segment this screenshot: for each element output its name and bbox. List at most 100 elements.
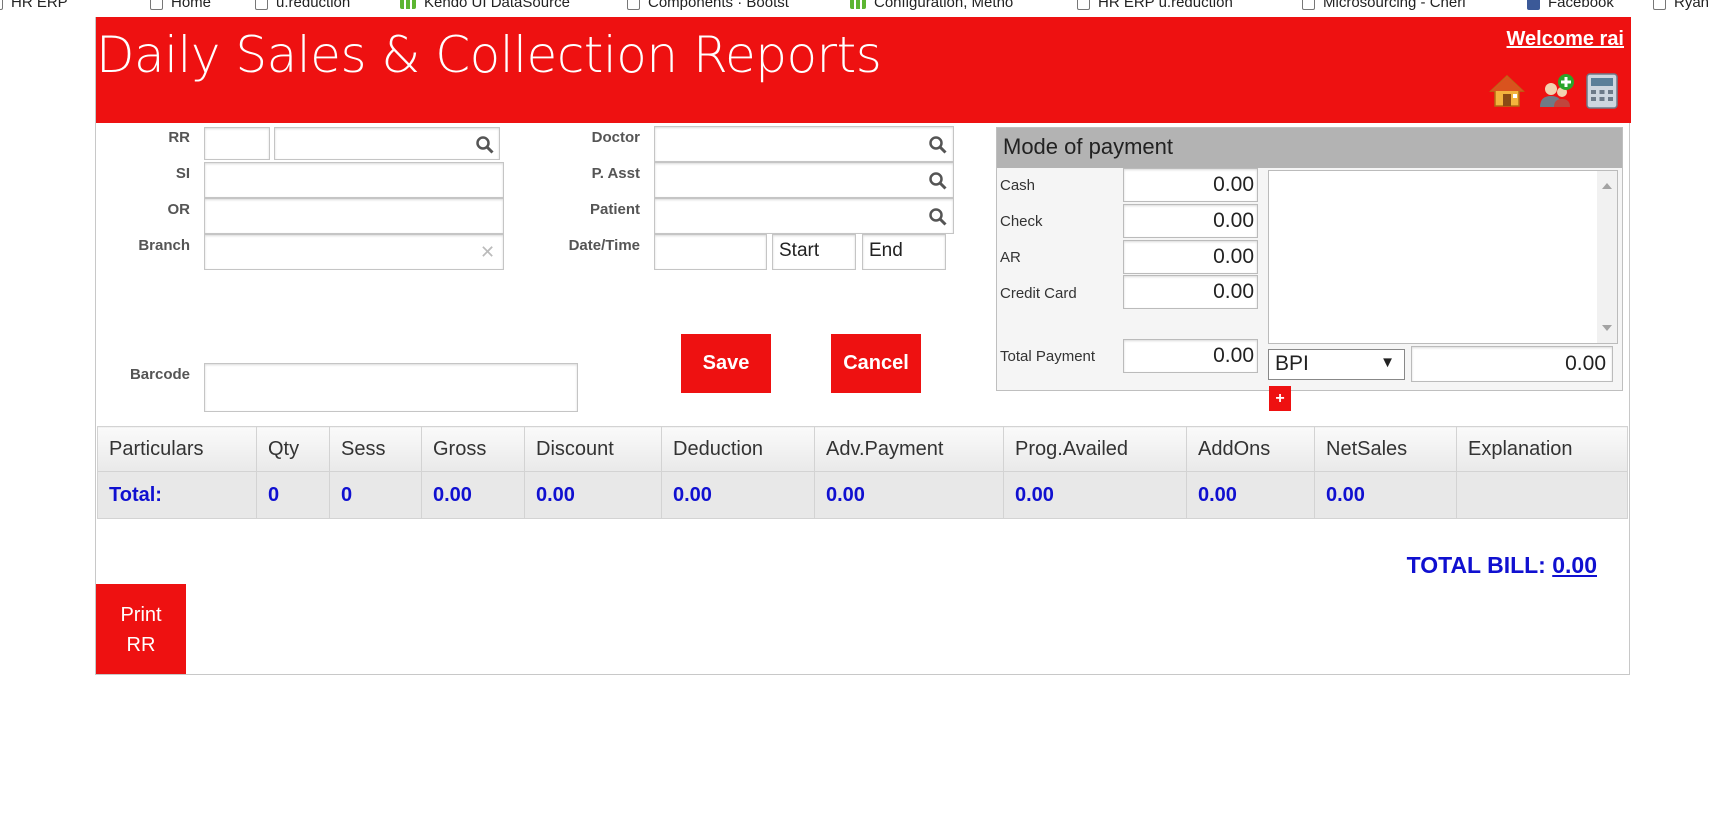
bank-select-value: BPI xyxy=(1275,352,1309,375)
page-icon xyxy=(0,0,3,10)
column-header[interactable]: Sess xyxy=(329,426,422,472)
total-payment-input[interactable]: 0.00 xyxy=(1123,339,1258,373)
table-cell: 0.00 xyxy=(1003,471,1187,519)
column-header[interactable]: Discount xyxy=(524,426,662,472)
branch-label: Branch xyxy=(138,237,190,254)
check-input[interactable]: 0.00 xyxy=(1123,204,1258,238)
payment-list[interactable] xyxy=(1268,170,1618,344)
bookmark-item[interactable]: Components · Bootst xyxy=(627,0,789,13)
table-cell: 0.00 xyxy=(1314,471,1457,519)
print-rr-label-line1: Print xyxy=(120,604,162,626)
bookmark-item[interactable]: Ryan xyxy=(1653,0,1709,13)
credit-card-label: Credit Card xyxy=(1000,285,1077,302)
datetime-label: Date/Time xyxy=(568,237,640,254)
table-cell: 0.00 xyxy=(421,471,525,519)
start-time-input[interactable]: Start xyxy=(772,234,856,270)
column-header[interactable]: AddOns xyxy=(1186,426,1315,472)
date-input[interactable] xyxy=(654,234,767,270)
column-header[interactable]: Explanation xyxy=(1456,426,1628,472)
home-icon[interactable] xyxy=(1489,73,1525,109)
column-header[interactable]: NetSales xyxy=(1314,426,1457,472)
print-rr-button[interactable]: Print RR xyxy=(96,584,186,674)
patient-input[interactable] xyxy=(654,198,954,234)
column-header[interactable]: Deduction xyxy=(661,426,815,472)
kendo-icon xyxy=(850,0,866,9)
si-label: SI xyxy=(175,165,190,182)
mode-of-payment-panel: Mode of payment Cash 0.00 Check 0.00 AR … xyxy=(996,127,1623,391)
print-rr-label-line2: RR xyxy=(126,634,156,656)
add-user-icon[interactable] xyxy=(1537,73,1575,109)
welcome-link[interactable]: Welcome rai xyxy=(1507,28,1624,51)
passt-label: P. Asst xyxy=(591,165,640,182)
clear-icon[interactable]: ✕ xyxy=(480,242,495,263)
page-icon xyxy=(1077,0,1090,10)
bookmark-item[interactable]: u.reduction xyxy=(255,0,350,13)
bookmark-item[interactable]: Configuration, Metho xyxy=(850,0,1013,13)
calculator-icon[interactable] xyxy=(1586,73,1618,109)
cancel-button[interactable]: Cancel xyxy=(831,334,921,393)
add-payment-button[interactable]: + xyxy=(1269,386,1291,411)
ar-label: AR xyxy=(1000,249,1021,266)
scrollbar[interactable] xyxy=(1597,171,1617,343)
search-icon[interactable] xyxy=(929,136,947,154)
search-icon[interactable] xyxy=(929,208,947,226)
bookmark-item[interactable]: Facebook xyxy=(1527,0,1614,13)
scroll-up-icon[interactable] xyxy=(1602,183,1612,189)
rr-search-input[interactable] xyxy=(274,127,500,160)
column-header[interactable]: Particulars xyxy=(97,426,257,472)
total-row: Total: 0 0 0.00 0.00 0.00 0.00 0.00 0.00… xyxy=(97,471,1628,519)
page-header: Daily Sales & Collection Reports Welcome… xyxy=(96,17,1631,123)
total-bill-amount[interactable]: 0.00 xyxy=(1552,552,1597,578)
kendo-icon xyxy=(400,0,416,9)
si-input[interactable] xyxy=(204,162,504,198)
or-label: OR xyxy=(167,201,191,218)
passt-input[interactable] xyxy=(654,162,954,198)
cash-input[interactable]: 0.00 xyxy=(1123,168,1258,202)
doctor-label: Doctor xyxy=(591,129,640,146)
total-bill: TOTAL BILL: 0.00 xyxy=(1407,552,1597,579)
rr-code-input[interactable] xyxy=(204,127,270,160)
branch-input[interactable] xyxy=(204,234,504,270)
page-icon xyxy=(627,0,640,10)
table-cell: 0.00 xyxy=(814,471,1004,519)
total-payment-label: Total Payment xyxy=(1000,348,1096,365)
rr-label: RR xyxy=(168,129,190,146)
column-header[interactable]: Prog.Availed xyxy=(1003,426,1187,472)
barcode-input[interactable] xyxy=(204,363,578,412)
bookmarks-bar: HR ERP Home u.reduction Kendo UI DataSou… xyxy=(0,0,1734,14)
end-time-input[interactable]: End xyxy=(862,234,946,270)
table-cell: 0 xyxy=(256,471,330,519)
bookmark-item[interactable]: HR ERP u.reduction xyxy=(1077,0,1233,13)
page-title: Daily Sales & Collection Reports xyxy=(96,26,882,84)
patient-label: Patient xyxy=(589,201,640,218)
table-cell: Total: xyxy=(97,471,257,519)
column-header[interactable]: Adv.Payment xyxy=(814,426,1004,472)
search-icon[interactable] xyxy=(476,136,494,154)
column-header[interactable]: Qty xyxy=(256,426,330,472)
search-icon[interactable] xyxy=(929,172,947,190)
bank-select[interactable]: BPI ▼ xyxy=(1268,349,1405,380)
facebook-icon xyxy=(1527,0,1540,10)
bank-amount-input[interactable]: 0.00 xyxy=(1411,346,1613,382)
page-icon xyxy=(1653,0,1666,10)
table-cell: 0.00 xyxy=(1186,471,1315,519)
page-icon xyxy=(150,0,163,10)
doctor-input[interactable] xyxy=(654,126,954,162)
bookmark-item[interactable]: Microsourcing - Cheri xyxy=(1302,0,1466,13)
bookmark-item[interactable]: HR ERP xyxy=(0,0,68,13)
total-bill-label: TOTAL BILL: xyxy=(1406,552,1546,578)
bookmark-item[interactable]: Home xyxy=(150,0,211,13)
ar-input[interactable]: 0.00 xyxy=(1123,240,1258,274)
table-cell: 0.00 xyxy=(524,471,662,519)
page-icon xyxy=(255,0,268,10)
barcode-label: Barcode xyxy=(129,366,190,383)
or-input[interactable] xyxy=(204,198,504,234)
table-cell xyxy=(1456,471,1628,519)
credit-card-input[interactable]: 0.00 xyxy=(1123,275,1258,309)
save-button[interactable]: Save xyxy=(681,334,771,393)
scroll-down-icon[interactable] xyxy=(1602,325,1612,331)
dropdown-arrow-icon: ▼ xyxy=(1380,354,1395,371)
column-header[interactable]: Gross xyxy=(421,426,525,472)
bookmark-item[interactable]: Kendo UI DataSource xyxy=(400,0,570,13)
table-cell: 0.00 xyxy=(661,471,815,519)
